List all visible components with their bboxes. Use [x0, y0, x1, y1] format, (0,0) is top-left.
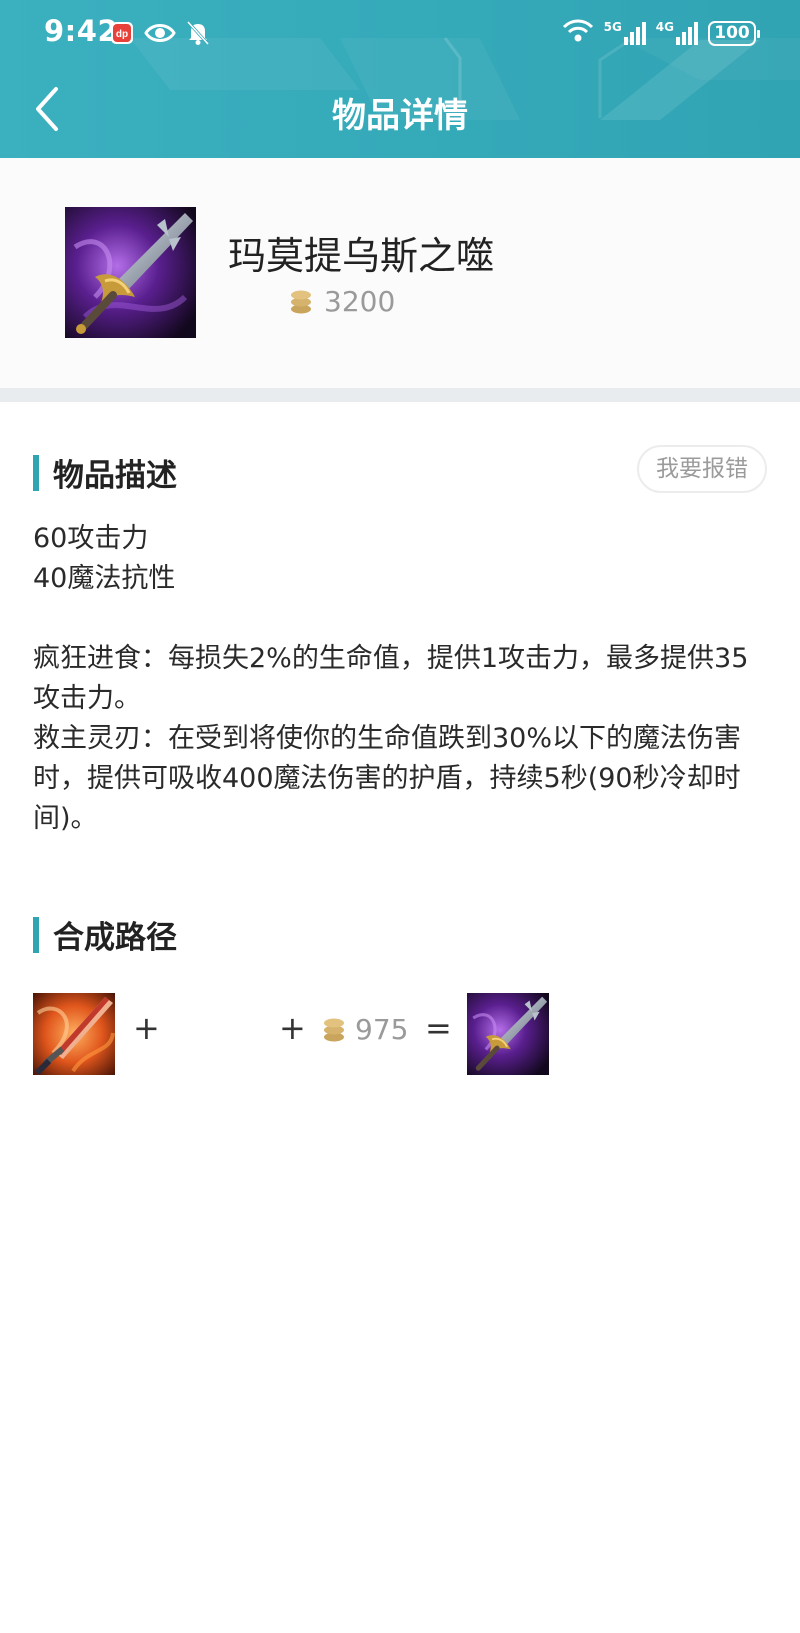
section-divider	[0, 388, 800, 402]
result-item[interactable]	[467, 993, 549, 1075]
description-line: 疯狂进食：每损失2%的生命值，提供1攻击力，最多提供35攻击力。	[33, 643, 749, 714]
item-price-value: 3200	[324, 285, 396, 318]
description-line: 救主灵刃：在受到将使你的生命值跌到30%以下的魔法伤害时，提供可吸收400魔法伤…	[33, 723, 742, 834]
build-cost: 975	[323, 1013, 408, 1046]
status-bar: 9:42 dp 5G 4G 100	[0, 0, 800, 68]
build-path-title: 合成路径	[53, 920, 177, 956]
plus-operator: +	[279, 1009, 306, 1047]
description-line	[33, 599, 773, 639]
network-5g-label: 5G	[603, 20, 622, 34]
item-description: 60攻击力 40魔法抗性 疯狂进食：每损失2%的生命值，提供1攻击力，最多提供3…	[33, 519, 773, 839]
section-accent-bar	[33, 454, 39, 491]
status-left-icons: dp	[110, 20, 210, 50]
battery-indicator: 100	[708, 20, 760, 46]
signal-4g-icon: 4G	[656, 21, 698, 45]
status-time: 9:42	[44, 14, 119, 48]
svg-text:dp: dp	[116, 29, 128, 40]
sword-item-icon	[467, 993, 549, 1075]
flaming-sword-item-icon	[33, 993, 115, 1076]
section-accent-bar	[33, 916, 39, 953]
app-header: 9:42 dp 5G 4G 100 物品详情	[0, 0, 800, 158]
report-error-button[interactable]: 我要报错	[637, 445, 767, 493]
item-price: 3200	[290, 285, 395, 318]
wifi-icon	[562, 18, 594, 48]
description-title: 物品描述	[53, 458, 177, 494]
item-name: 玛莫提乌斯之噬	[228, 234, 495, 278]
build-path-header: 合成路径	[33, 912, 177, 957]
page-title: 物品详情	[332, 96, 468, 136]
gold-coins-icon	[324, 1018, 344, 1041]
build-cost-value: 975	[355, 1013, 409, 1046]
description-header: 物品描述	[33, 450, 177, 495]
description-line: 40魔法抗性	[33, 563, 176, 594]
eye-icon	[144, 21, 176, 49]
component-item-1[interactable]	[33, 993, 115, 1076]
gold-coins-icon	[291, 290, 311, 313]
item-image	[65, 207, 196, 338]
sword-item-icon	[65, 207, 196, 338]
bell-off-icon	[186, 20, 210, 50]
description-line: 60攻击力	[33, 523, 149, 554]
plus-operator: +	[133, 1009, 160, 1047]
status-right: 5G 4G 100	[562, 18, 760, 48]
equals-operator: =	[425, 1009, 452, 1047]
build-path-row: + + 975 =	[33, 993, 773, 1076]
signal-5g-icon: 5G	[604, 21, 646, 45]
dianping-app-icon: dp	[110, 21, 134, 49]
network-4g-label: 4G	[655, 20, 674, 34]
